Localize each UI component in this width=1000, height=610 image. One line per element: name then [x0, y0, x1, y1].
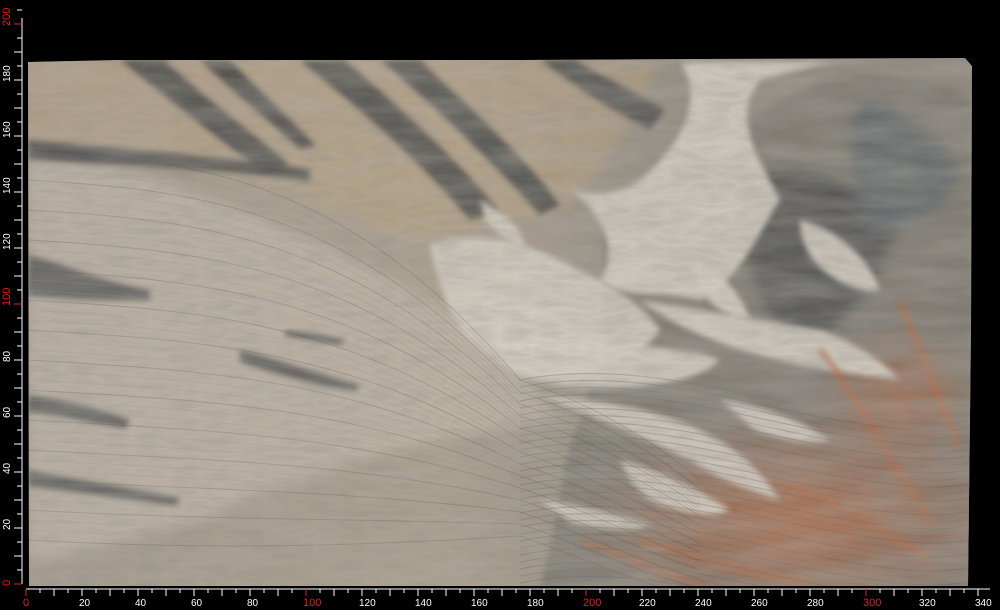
y-tick-label: 60 — [2, 406, 13, 418]
y-tick-label: 200 — [1, 8, 13, 26]
x-tick-label: 20 — [79, 598, 91, 609]
x-tick-label: 180 — [527, 598, 544, 609]
x-tick-label: 140 — [415, 598, 432, 609]
x-tick-label: 0 — [23, 597, 29, 609]
y-tick-label: 20 — [2, 518, 13, 530]
x-tick-label: 80 — [247, 598, 259, 609]
marble-slab — [28, 58, 972, 586]
slab-grain — [28, 58, 972, 586]
x-tick-label: 320 — [919, 598, 936, 609]
x-tick-label: 260 — [751, 598, 768, 609]
slab-viewer: 0 20 40 60 80 100 120 140 160 180 200 220 240 260 280 3… — [1, 8, 992, 609]
x-tick-label: 160 — [471, 598, 488, 609]
y-tick-label: 180 — [2, 65, 13, 82]
x-tick-label: 240 — [695, 598, 712, 609]
y-ruler: 0 20 40 60 80 100 120 140 160 180 200 — [1, 8, 23, 586]
y-tick-label: 80 — [2, 350, 13, 362]
y-tick-label: 120 — [2, 233, 13, 250]
x-tick-label: 340 — [975, 598, 992, 609]
x-tick-label: 300 — [863, 597, 881, 609]
x-ruler: 0 20 40 60 80 100 120 140 160 180 200 220 240 260 280 3… — [23, 588, 992, 609]
x-tick-label: 100 — [303, 597, 321, 609]
x-tick-label: 40 — [135, 598, 147, 609]
y-tick-label: 100 — [1, 288, 13, 306]
x-tick-label: 200 — [583, 597, 601, 609]
y-tick-label: 40 — [2, 462, 13, 474]
x-tick-label: 280 — [807, 598, 824, 609]
x-tick-label: 120 — [359, 598, 376, 609]
y-tick-label: 140 — [2, 177, 13, 194]
y-tick-label: 0 — [1, 580, 13, 586]
x-tick-label: 220 — [639, 598, 656, 609]
y-tick-label: 160 — [2, 121, 13, 138]
x-tick-label: 60 — [191, 598, 203, 609]
